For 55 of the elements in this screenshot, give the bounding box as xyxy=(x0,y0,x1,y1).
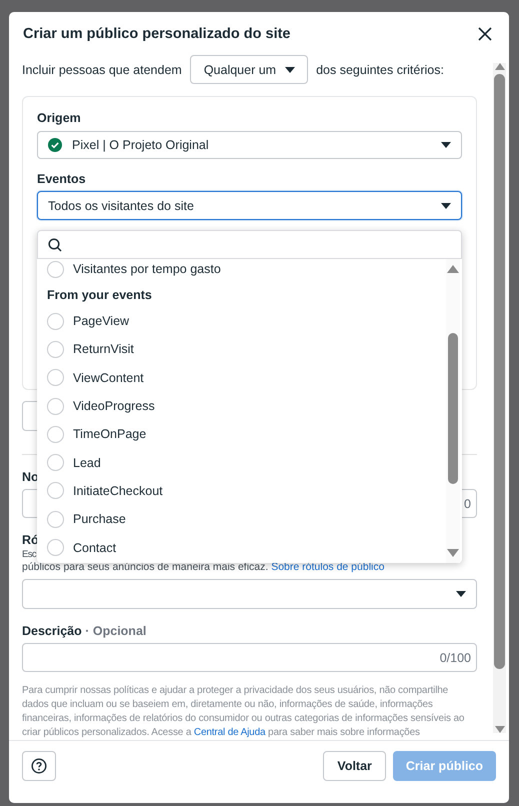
event-option[interactable]: Lead xyxy=(47,448,446,477)
criteria-prefix: Incluir pessoas que atendem xyxy=(22,62,182,76)
back-button[interactable]: Voltar xyxy=(323,751,386,781)
privacy-notice: Para cumprir nossas políticas e ajudar a proteger a privacidade dos seus usuários, não compartilhe dados que incluam ou se baseiem em, diretamente ou não, informações de saúde, informações financeiras, informações de relatórios do consumidor ou outras categorias de informações sensíveis ao criar públicos personalizados. Acesse a Central de Ajuda para saber mais sobre informações xyxy=(22,684,466,740)
menu-section-header: From your events xyxy=(47,287,153,304)
radio-button[interactable] xyxy=(47,510,64,528)
scrollbar[interactable] xyxy=(446,259,460,563)
criteria-suffix: dos seguintes critérios: xyxy=(316,62,444,76)
event-option[interactable]: InitiateCheckout xyxy=(47,476,446,506)
caret-icon xyxy=(456,591,466,597)
radio-button[interactable] xyxy=(47,454,64,472)
help-center-link[interactable]: Central de Ajuda xyxy=(194,727,266,738)
radio-button[interactable] xyxy=(47,398,64,415)
radio-button[interactable] xyxy=(47,369,64,386)
question-circle-icon xyxy=(31,758,47,774)
caret-icon xyxy=(285,66,296,72)
field-label: Origem xyxy=(37,110,82,126)
event-option[interactable]: PageView xyxy=(47,307,446,336)
close-icon[interactable] xyxy=(478,26,492,40)
event-option[interactable]: Contact xyxy=(47,533,446,562)
event-option[interactable]: Visitantes por tempo gasto xyxy=(47,259,446,279)
scrollbar[interactable] xyxy=(493,63,506,733)
hint-text: públicos para seus anúncios de maneira mais eficaz. Sobre rótulos de público xyxy=(22,561,386,573)
hint-text: Esc xyxy=(22,549,36,560)
events-dropdown[interactable]: Todos os visitantes do site xyxy=(37,191,462,220)
check-circle-icon xyxy=(48,138,62,152)
radio-button[interactable] xyxy=(47,340,64,358)
event-option[interactable]: ViewContent xyxy=(47,364,446,392)
event-option[interactable]: ReturnVisit xyxy=(47,335,446,364)
field-label: Eventos xyxy=(37,171,87,187)
match-dropdown[interactable]: Qualquer um xyxy=(190,55,308,84)
search-field[interactable] xyxy=(37,230,462,259)
radio-button[interactable] xyxy=(47,426,64,443)
description-field[interactable]: 0/100 xyxy=(22,643,477,672)
labels-dropdown[interactable] xyxy=(22,579,477,609)
source-dropdown[interactable]: Pixel | O Projeto Original xyxy=(37,131,462,159)
field-label: Descrição xyxy=(22,624,82,638)
scroll-down-icon[interactable] xyxy=(494,726,504,733)
labels-link[interactable]: Sobre rótulos de público xyxy=(271,561,384,573)
radio-button[interactable] xyxy=(47,312,64,330)
dialog-title: Criar um público personalizado do site xyxy=(23,26,290,42)
optional-label: · Opcional xyxy=(85,624,146,638)
radio-button[interactable] xyxy=(47,539,64,556)
radio-button[interactable] xyxy=(47,482,64,500)
scroll-up-icon[interactable] xyxy=(447,265,459,273)
scroll-up-icon[interactable] xyxy=(494,63,504,70)
caret-icon xyxy=(441,142,451,148)
radio-button[interactable] xyxy=(47,260,64,278)
scroll-down-icon[interactable] xyxy=(447,549,459,557)
help-button[interactable] xyxy=(22,751,56,781)
caret-icon xyxy=(441,202,451,208)
event-option[interactable]: VideoProgress xyxy=(47,392,446,420)
event-option[interactable]: TimeOnPage xyxy=(47,420,446,448)
search-icon xyxy=(48,238,62,252)
event-option[interactable]: Purchase xyxy=(47,505,446,534)
